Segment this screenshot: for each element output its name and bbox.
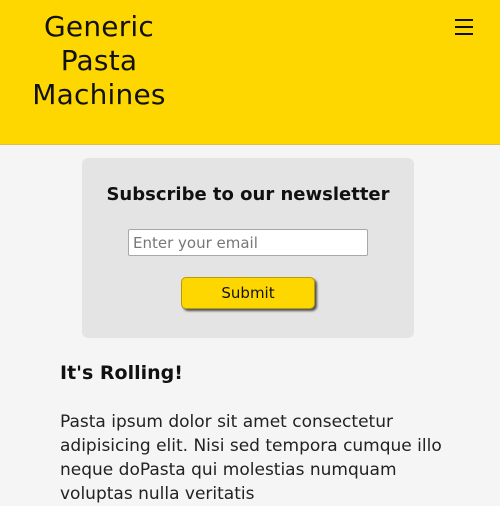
site-header: Generic Pasta Machines — [0, 0, 500, 145]
brand-line-1: Generic — [44, 10, 154, 43]
brand-line-3: Machines — [32, 78, 166, 111]
email-input[interactable] — [128, 229, 368, 256]
article-title: It's Rolling! — [60, 362, 183, 384]
submit-button[interactable]: Submit — [181, 277, 315, 309]
brand-line-2: Pasta — [60, 44, 138, 77]
menu-button[interactable] — [455, 19, 473, 35]
site-logo[interactable]: Generic Pasta Machines — [24, 10, 174, 112]
newsletter-title: Subscribe to our newsletter — [106, 184, 390, 205]
newsletter-card: Subscribe to our newsletter Submit — [82, 158, 414, 338]
article-body: Pasta ipsum dolor sit amet consectetur a… — [60, 412, 442, 504]
